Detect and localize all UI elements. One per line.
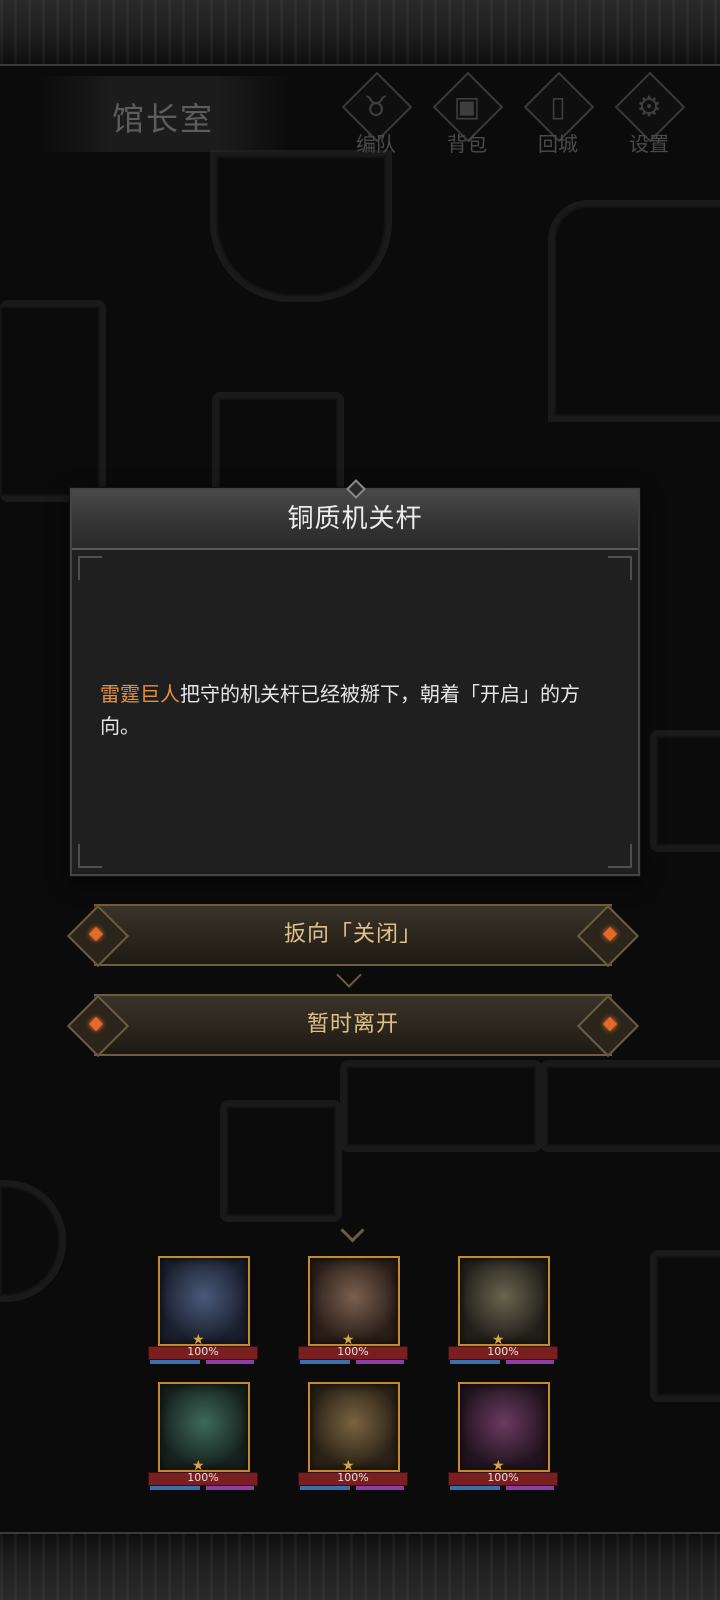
sp-bar (206, 1360, 254, 1364)
hero-slot[interactable]: ★ 100% (448, 1382, 560, 1494)
option-turn-off-button[interactable]: 扳向「关闭」 (66, 904, 640, 968)
hp-bar: 100% (448, 1345, 558, 1360)
hero-slot[interactable]: ★ 100% (298, 1256, 410, 1368)
sp-bar (506, 1360, 554, 1364)
corner-ornament (608, 556, 632, 580)
top-frame (0, 0, 720, 66)
hp-bar: 100% (298, 1471, 408, 1486)
bottom-frame (0, 1532, 720, 1600)
nav-label: 编队 (356, 132, 396, 156)
mp-bar (150, 1360, 200, 1364)
chevron-down-icon (336, 962, 362, 988)
option-label: 扳向「关闭」 (283, 922, 422, 947)
map-wall (650, 730, 720, 852)
hp-text: 100% (187, 1471, 219, 1484)
hp-bar: 100% (448, 1471, 558, 1486)
nav-label: 设置 (629, 132, 669, 156)
map-wall (540, 1060, 720, 1152)
dialog-body: 雷霆巨人把守的机关杆已经被掰下，朝着「开启」的方向。 (100, 678, 614, 742)
corner-ornament (78, 556, 102, 580)
nav-label: 回城 (538, 132, 578, 156)
room-title: 馆长室 (112, 100, 215, 138)
sp-bar (356, 1360, 404, 1364)
hp-bar: 100% (148, 1345, 258, 1360)
backpack-icon: ▣ (453, 90, 481, 123)
sp-bar (206, 1486, 254, 1490)
nav-team-button[interactable]: ♉ 编队 (334, 71, 418, 160)
mp-bar (150, 1486, 200, 1490)
mp-bar (450, 1486, 500, 1490)
map-wall (212, 392, 344, 500)
sp-bar (506, 1486, 554, 1490)
corner-ornament (608, 844, 632, 868)
map-wall (0, 1180, 66, 1302)
corner-ornament (78, 844, 102, 868)
event-dialog: 铜质机关杆 雷霆巨人把守的机关杆已经被掰下，朝着「开启」的方向。 (70, 479, 640, 876)
hero-slot[interactable]: ★ 100% (148, 1256, 260, 1368)
hp-bar: 100% (148, 1471, 258, 1486)
party-collapse-chevron-icon[interactable] (340, 1218, 365, 1243)
hero-slot[interactable]: ★ 100% (148, 1382, 260, 1494)
mp-bar (300, 1360, 350, 1364)
hp-text: 100% (337, 1345, 369, 1358)
hp-bar: 100% (298, 1345, 408, 1360)
dialog-highlight-name: 雷霆巨人 (100, 682, 180, 706)
hp-text: 100% (187, 1345, 219, 1358)
option-leave-button[interactable]: 暂时离开 (66, 994, 640, 1058)
hero-slot[interactable]: ★ 100% (448, 1256, 560, 1368)
mp-bar (300, 1486, 350, 1490)
map-wall (650, 1250, 720, 1402)
nav-label: 背包 (447, 132, 487, 156)
map-wall (220, 1100, 342, 1222)
door-exit-icon: ▯ (550, 90, 566, 123)
nav-settings-button[interactable]: ⚙ 设置 (607, 71, 691, 160)
horned-helmet-icon: ♉ (363, 90, 389, 123)
nav-return-town-button[interactable]: ▯ 回城 (516, 71, 600, 160)
mp-bar (450, 1360, 500, 1364)
map-wall (0, 300, 106, 502)
map-wall (548, 200, 720, 422)
dialog-header: 铜质机关杆 (72, 490, 638, 550)
hp-text: 100% (337, 1471, 369, 1484)
nav-backpack-button[interactable]: ▣ 背包 (425, 71, 509, 160)
hp-text: 100% (487, 1345, 519, 1358)
option-label: 暂时离开 (306, 1012, 399, 1037)
hp-text: 100% (487, 1471, 519, 1484)
hero-slot[interactable]: ★ 100% (298, 1382, 410, 1494)
sp-bar (356, 1486, 404, 1490)
gear-icon: ⚙ (636, 90, 662, 123)
map-wall (210, 150, 392, 302)
map-wall (340, 1060, 542, 1152)
